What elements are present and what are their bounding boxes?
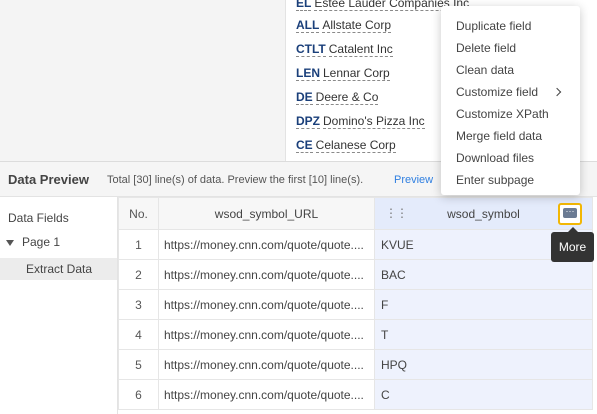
more-tooltip: More (551, 227, 594, 262)
symbol-cell[interactable]: BAC (374, 259, 593, 290)
chevron-right-icon (552, 87, 562, 97)
company-row[interactable]: CE Celanese Corp (296, 135, 396, 155)
company-name-link[interactable]: Catalent Inc (328, 42, 393, 57)
data-fields-heading: Data Fields (8, 211, 69, 225)
company-row[interactable]: LEN Lennar Corp (296, 63, 390, 83)
column-header-symbol[interactable]: ⋮⋮ wsod_symbol ··· (374, 197, 593, 230)
row-number: 1 (118, 229, 159, 260)
url-cell[interactable]: https://money.cnn.com/quote/quote.... (158, 259, 375, 290)
company-symbol-link[interactable]: ALL (296, 18, 320, 33)
menu-item-enter-subpage[interactable]: Enter subpage (441, 169, 580, 191)
caret-down-icon[interactable] (6, 239, 14, 246)
extract-data-item[interactable]: Extract Data (0, 258, 117, 280)
company-name-link[interactable]: Allstate Corp (322, 18, 392, 33)
company-row[interactable]: ALL Allstate Corp (296, 15, 392, 35)
company-symbol-link[interactable]: DE (296, 90, 313, 105)
url-cell[interactable]: https://money.cnn.com/quote/quote.... (158, 319, 375, 350)
symbol-cell[interactable]: C (374, 379, 593, 410)
row-number: 4 (118, 319, 159, 350)
url-cell[interactable]: https://money.cnn.com/quote/quote.... (158, 349, 375, 380)
company-name-link[interactable]: Celanese Corp (315, 138, 396, 153)
row-number: 3 (118, 289, 159, 320)
data-table-container[interactable]: No. wsod_symbol_URL ⋮⋮ wsod_symbol ··· 1… (118, 197, 597, 414)
drag-handle-icon[interactable]: ⋮⋮ (385, 207, 408, 219)
data-fields-panel: Data Fields Page 1 Extract Data (0, 197, 118, 414)
menu-item-clean-data[interactable]: Clean data (441, 59, 580, 81)
url-cell[interactable]: https://money.cnn.com/quote/quote.... (158, 289, 375, 320)
menu-item-customize-field-label: Customize field (456, 85, 539, 99)
data-table: No. wsod_symbol_URL ⋮⋮ wsod_symbol ··· 1… (118, 197, 593, 410)
company-name-link[interactable]: Lennar Corp (323, 66, 390, 81)
company-symbol-link[interactable]: DPZ (296, 114, 320, 129)
menu-item-merge-field-data[interactable]: Merge field data (441, 125, 580, 147)
table-row[interactable]: 6 https://money.cnn.com/quote/quote.... … (118, 379, 593, 410)
row-number: 5 (118, 349, 159, 380)
row-number: 2 (118, 259, 159, 290)
menu-item-download-files[interactable]: Download files (441, 147, 580, 169)
table-row[interactable]: 4 https://money.cnn.com/quote/quote.... … (118, 319, 593, 350)
more-button[interactable]: ··· (558, 203, 582, 225)
table-row[interactable]: 1 https://money.cnn.com/quote/quote.... … (118, 229, 593, 260)
menu-item-customize-field[interactable]: Customize field (441, 81, 580, 103)
column-header-symbol-label: wsod_symbol (447, 206, 520, 221)
company-symbol-link[interactable]: CTLT (296, 42, 326, 57)
company-row[interactable]: DPZ Domino's Pizza Inc (296, 111, 425, 131)
menu-item-delete-field[interactable]: Delete field (441, 37, 580, 59)
symbol-cell[interactable]: F (374, 289, 593, 320)
preview-link[interactable]: Preview (394, 174, 433, 186)
company-name-link[interactable]: Domino's Pizza Inc (323, 114, 425, 129)
company-symbol-link[interactable]: LEN (296, 66, 320, 81)
company-name-link[interactable]: Deere & Co (315, 90, 379, 105)
table-row[interactable]: 5 https://money.cnn.com/quote/quote.... … (118, 349, 593, 380)
page-tree-label: Page 1 (22, 235, 61, 249)
column-header-no: No. (118, 197, 159, 230)
field-context-menu: Duplicate field Delete field Clean data … (441, 6, 580, 195)
more-dots-icon: ··· (563, 207, 577, 218)
company-symbol-link[interactable]: EL (296, 0, 312, 11)
symbol-cell[interactable]: HPQ (374, 349, 593, 380)
table-row[interactable]: 2 https://money.cnn.com/quote/quote.... … (118, 259, 593, 290)
row-number: 6 (118, 379, 159, 410)
url-cell[interactable]: https://money.cnn.com/quote/quote.... (158, 229, 375, 260)
url-cell[interactable]: https://money.cnn.com/quote/quote.... (158, 379, 375, 410)
data-preview-title: Data Preview (8, 172, 89, 187)
company-symbol-link[interactable]: CE (296, 138, 313, 153)
company-row[interactable]: DE Deere & Co (296, 87, 379, 107)
table-row[interactable]: 3 https://money.cnn.com/quote/quote.... … (118, 289, 593, 320)
table-header-row: No. wsod_symbol_URL ⋮⋮ wsod_symbol ··· (118, 197, 593, 230)
company-row[interactable]: CTLT Catalent Inc (296, 39, 393, 59)
menu-item-duplicate-field[interactable]: Duplicate field (441, 15, 580, 37)
symbol-cell[interactable]: T (374, 319, 593, 350)
column-header-url[interactable]: wsod_symbol_URL (158, 197, 375, 230)
data-preview-info: Total [30] line(s) of data. Preview the … (107, 174, 364, 186)
menu-item-customize-xpath[interactable]: Customize XPath (441, 103, 580, 125)
page-tree-item[interactable]: Page 1 (6, 235, 60, 249)
